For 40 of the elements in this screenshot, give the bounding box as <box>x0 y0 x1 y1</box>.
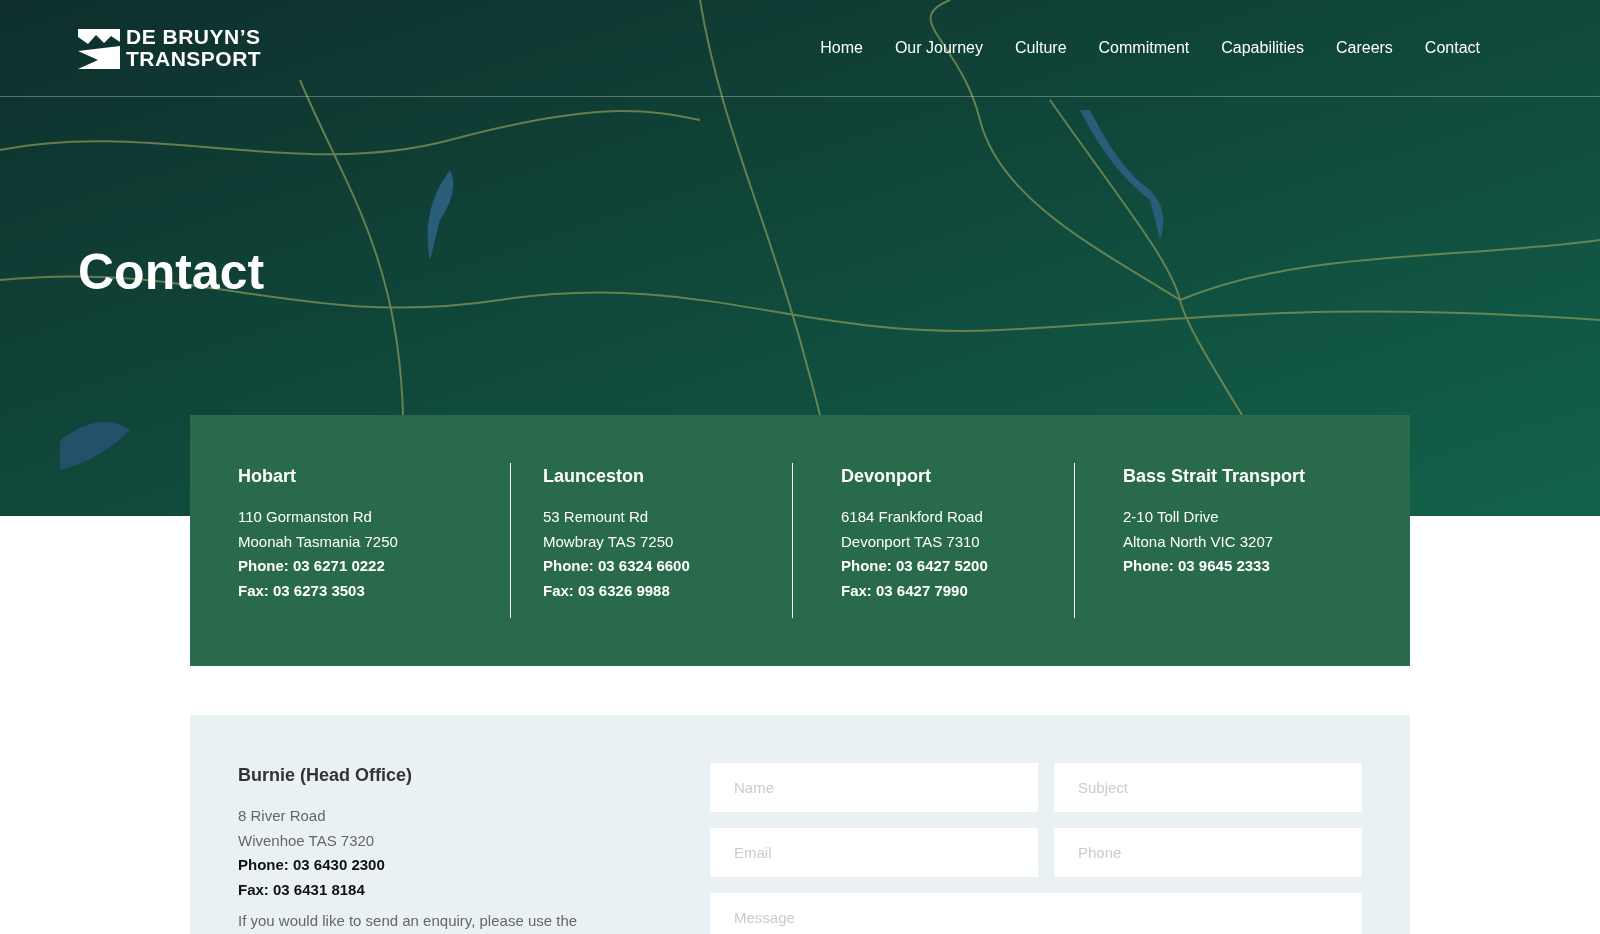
address-line: 53 Remount Rd <box>543 507 650 527</box>
page-title: Contact <box>78 243 265 301</box>
input-field[interactable]: Name <box>710 763 1038 812</box>
office-name: Burnie (Head Office) <box>238 765 414 786</box>
office-name: Launceston <box>543 466 645 487</box>
phone-number: Phone: 03 6271 0222 <box>238 556 386 576</box>
logo-text[interactable]: DE BRUYN’S TRANSPORT <box>126 26 262 70</box>
input-field[interactable]: Phone <box>1054 828 1362 877</box>
phone-number: Phone: 03 6430 2300 <box>238 855 386 875</box>
phone-number: Phone: 03 6427 5200 <box>841 556 989 576</box>
nav-link[interactable]: Home <box>820 39 863 57</box>
fax-number: Fax: 03 6273 3503 <box>238 580 366 601</box>
nav-link[interactable]: Capabilities <box>1221 39 1304 57</box>
fax-number: Fax: 03 6431 8184 <box>238 879 366 900</box>
address-line: Wivenhoe TAS 7320 <box>238 830 376 851</box>
nav-link[interactable]: Contact <box>1424 39 1480 57</box>
nav-link[interactable]: Our Journey <box>894 39 983 57</box>
phone-number: Phone: 03 9645 2333 <box>1123 556 1271 576</box>
address-line: Devonport TAS 7310 <box>841 531 981 552</box>
logo-icon <box>78 27 120 69</box>
enquiry-text: If you would like to send an enquiry, please use the <box>238 912 579 929</box>
phone-number: Phone: 03 6324 6600 <box>543 556 691 576</box>
nav-link[interactable]: Commitment <box>1098 39 1190 57</box>
nav-link[interactable]: Culture <box>1014 39 1067 57</box>
message-field[interactable]: Message <box>710 893 1362 934</box>
address-line: 8 River Road <box>238 806 327 826</box>
office-name: Hobart <box>238 466 297 487</box>
address-line: 110 Gormanston Rd <box>238 507 373 527</box>
address-line: Mowbray TAS 7250 <box>543 531 675 552</box>
address-line: 2-10 Toll Drive <box>1123 507 1220 527</box>
fax-number: Fax: 03 6427 7990 <box>841 580 969 601</box>
input-field[interactable]: Subject <box>1054 763 1362 812</box>
address-line: Moonah Tasmania 7250 <box>238 531 399 552</box>
address-line: Altona North VIC 3207 <box>1123 531 1275 552</box>
office-name: Bass Strait Transport <box>1123 466 1307 487</box>
fax-number: Fax: 03 6326 9988 <box>543 580 671 601</box>
input-field[interactable]: Email <box>710 828 1038 877</box>
address-line: 6184 Frankford Road <box>841 507 984 527</box>
office-name: Devonport <box>841 466 932 487</box>
nav-link[interactable]: Careers <box>1335 39 1393 57</box>
